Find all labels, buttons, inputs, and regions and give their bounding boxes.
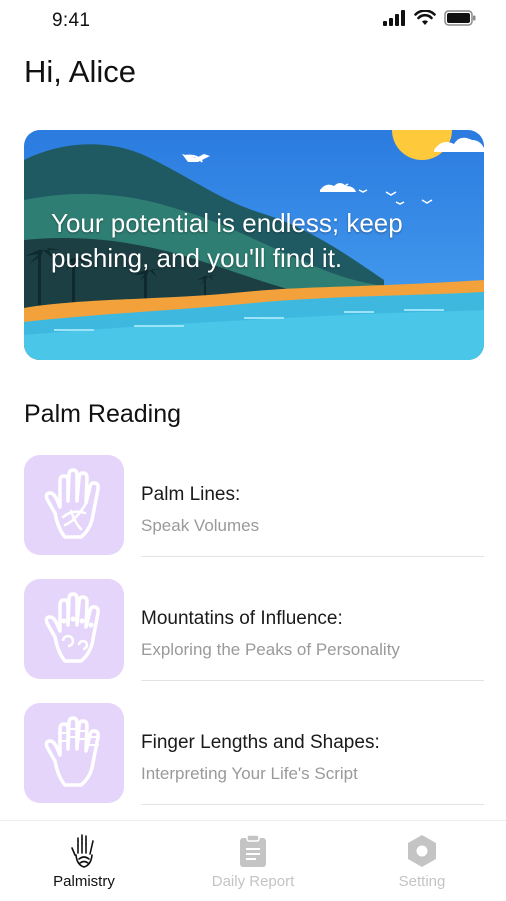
wifi-icon bbox=[414, 10, 436, 25]
tab-daily-report[interactable]: Daily Report bbox=[188, 833, 318, 890]
hero-banner[interactable]: Your potential is endless; keep pushing,… bbox=[24, 130, 484, 360]
reading-item-title: Palm Lines: bbox=[141, 484, 241, 505]
reading-item-title: Mountatins of Influence: bbox=[141, 608, 343, 629]
reading-item-subtitle: Interpreting Your Life's Script bbox=[141, 764, 358, 783]
tab-label: Daily Report bbox=[211, 873, 295, 890]
tab-palmistry[interactable]: Palmistry bbox=[19, 833, 149, 890]
divider bbox=[141, 556, 484, 557]
palm-hand-icon bbox=[19, 833, 149, 869]
hero-quote: Your potential is endless; keep pushing,… bbox=[51, 208, 403, 273]
divider bbox=[141, 680, 484, 681]
finger-lengths-thumbnail bbox=[24, 703, 124, 803]
signal-icon bbox=[383, 10, 405, 26]
reading-item-finger-lengths[interactable]: Finger Lengths and Shapes: Interpreting … bbox=[24, 703, 484, 827]
reading-item-text: Finger Lengths and Shapes: Interpreting … bbox=[141, 731, 484, 785]
divider bbox=[141, 804, 484, 805]
palm-mounts-icon bbox=[44, 592, 100, 663]
battery-icon bbox=[444, 10, 476, 26]
reading-item-mounts[interactable]: Mountatins of Influence: Exploring the P… bbox=[24, 579, 484, 703]
bottom-tab-bar: Palmistry Daily Report Setting bbox=[0, 820, 506, 901]
reading-item-title: Finger Lengths and Shapes: bbox=[141, 732, 380, 753]
palm-lines-thumbnail bbox=[24, 455, 124, 555]
status-icons bbox=[382, 10, 476, 26]
palm-lines-icon bbox=[44, 468, 100, 539]
reading-item-subtitle: Speak Volumes bbox=[141, 516, 260, 535]
reading-item-palm-lines[interactable]: Palm Lines: Speak Volumes bbox=[24, 455, 484, 579]
finger-lengths-icon bbox=[44, 716, 100, 787]
palm-mounts-thumbnail bbox=[24, 579, 124, 679]
hexagon-gear-icon bbox=[357, 833, 487, 869]
section-title-palm-reading: Palm Reading bbox=[24, 400, 182, 428]
status-bar: 9:41 bbox=[0, 0, 506, 44]
reading-item-subtitle: Exploring the Peaks of Personality bbox=[141, 640, 400, 659]
status-time: 9:41 bbox=[52, 10, 91, 31]
palm-reading-list: Palm Lines: Speak Volumes Mountatins of … bbox=[24, 455, 484, 827]
reading-item-text: Mountatins of Influence: Exploring the P… bbox=[141, 607, 484, 661]
tab-label: Setting bbox=[398, 873, 446, 890]
greeting-title: Hi, Alice bbox=[24, 54, 136, 89]
clipboard-icon bbox=[188, 833, 318, 869]
tab-setting[interactable]: Setting bbox=[357, 833, 487, 890]
tab-label: Palmistry bbox=[53, 873, 115, 890]
reading-item-text: Palm Lines: Speak Volumes bbox=[141, 483, 484, 537]
